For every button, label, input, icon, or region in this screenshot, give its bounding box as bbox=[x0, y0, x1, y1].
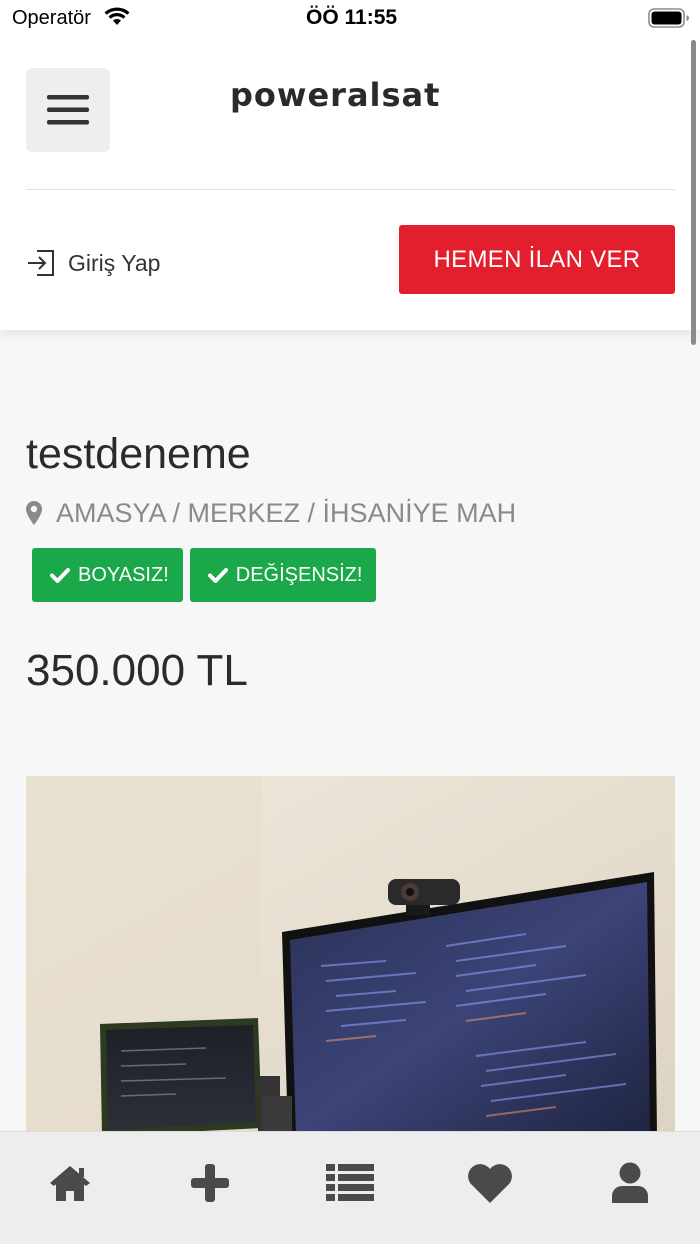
carrier-label: Operatör bbox=[12, 7, 91, 29]
listing-photo[interactable] bbox=[26, 776, 675, 1136]
badge-label: DEĞİŞENSİZ! bbox=[235, 563, 363, 586]
plus-icon bbox=[191, 1164, 229, 1202]
site-logo[interactable]: poweralsat bbox=[230, 76, 440, 114]
desk-setup-photo bbox=[26, 776, 675, 1136]
wifi-icon bbox=[104, 7, 130, 25]
post-listing-button[interactable]: HEMEN İLAN VER bbox=[399, 225, 675, 294]
header-divider bbox=[26, 189, 675, 190]
badge-degisensiz: DEĞİŞENSİZ! bbox=[189, 548, 377, 602]
hamburger-icon bbox=[47, 95, 89, 125]
clock: ÖÖ 11:55 bbox=[306, 6, 398, 29]
status-bar: Operatör ÖÖ 11:55 bbox=[0, 0, 700, 36]
login-link[interactable]: Giriş Yap bbox=[26, 245, 160, 281]
check-icon bbox=[50, 568, 70, 583]
badge-label: BOYASIZ! bbox=[78, 563, 169, 586]
tab-home[interactable] bbox=[30, 1158, 110, 1208]
tab-favorites[interactable] bbox=[450, 1158, 530, 1208]
map-marker-icon bbox=[26, 501, 42, 525]
listing-title: testdeneme bbox=[26, 430, 251, 478]
user-icon bbox=[612, 1162, 648, 1203]
feature-badges: BOYASIZ! DEĞİŞENSİZ! bbox=[32, 548, 377, 602]
tab-profile[interactable] bbox=[590, 1158, 670, 1208]
badge-boyasiz: BOYASIZ! bbox=[32, 548, 183, 602]
login-label: Giriş Yap bbox=[68, 249, 161, 276]
bottom-tab-bar bbox=[0, 1131, 700, 1244]
tab-list[interactable] bbox=[310, 1158, 390, 1208]
heart-icon bbox=[468, 1164, 512, 1203]
listing-price: 350.000 TL bbox=[26, 646, 248, 695]
check-icon bbox=[207, 568, 228, 583]
listing-location: AMASYA / MERKEZ / İHSANİYE MAH bbox=[26, 495, 516, 531]
home-icon bbox=[50, 1166, 90, 1201]
location-text: AMASYA / MERKEZ / İHSANİYE MAH bbox=[56, 497, 517, 528]
site-header: poweralsat Giriş Yap HEMEN İLAN VER bbox=[0, 36, 700, 330]
battery-icon bbox=[648, 8, 689, 28]
menu-button[interactable] bbox=[26, 68, 110, 152]
list-icon bbox=[326, 1164, 374, 1201]
sign-in-icon bbox=[28, 250, 54, 276]
tab-add[interactable] bbox=[170, 1158, 250, 1208]
scroll-indicator[interactable] bbox=[691, 40, 696, 345]
